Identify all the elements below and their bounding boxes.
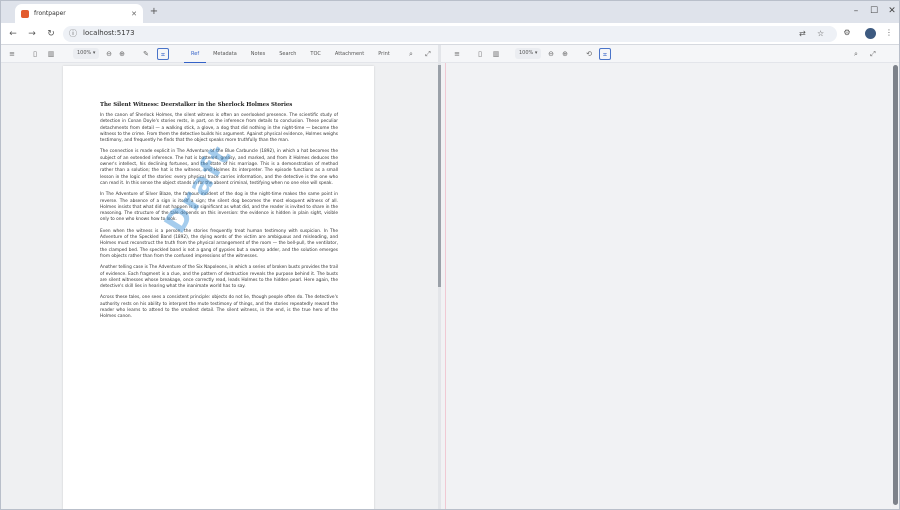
zoom-value: 100% [77,50,92,56]
tab-metadata[interactable]: Metadata [206,45,244,63]
zoom-select-right[interactable]: 100% ▾ [515,48,542,59]
left-document-pane[interactable]: The Silent Witness: Deerstalker in the S… [1,63,438,509]
browser-tab[interactable]: frontpaper ✕ [15,4,143,23]
expand-icon[interactable]: ⤢ [422,48,434,60]
single-page-icon[interactable]: ▯ [29,48,41,60]
draw-icon[interactable]: ✎ [140,48,152,60]
zoom-select-left[interactable]: 100% ▾ [73,48,100,59]
bookmark-star-icon[interactable]: ☆ [817,29,824,38]
tab-notes[interactable]: Notes [244,45,272,63]
favicon-icon [21,9,29,18]
menu-icon[interactable]: ⋮ [883,28,895,37]
scrollbar-thumb[interactable] [893,65,898,505]
text-select-icon[interactable]: ⌗ [599,48,611,60]
zoom-out-icon[interactable]: ⊖ [103,48,115,60]
sidebar-toggle-icon[interactable]: ≡ [451,48,463,60]
right-document-pane[interactable] [441,63,891,509]
close-tab-icon[interactable]: ✕ [131,10,137,18]
viewer-toolbar-left: ≡ ▯ ▥ 100% ▾ ⊖ ⊕ ✎ ⌗ Ref Metadata Notes … [1,45,438,63]
new-tab-button[interactable]: + [147,5,161,19]
viewer-toolbar-right: ≡ ▯ ▥ 100% ▾ ⊖ ⊕ ⟲ ⌗ ⌕ ⤢ [441,45,899,63]
tab-search[interactable]: Search [272,45,303,63]
paragraph: In the canon of Sherlock Holmes, the sil… [100,113,338,144]
profile-avatar[interactable] [865,28,876,39]
document-page[interactable]: The Silent Witness: Deerstalker in the S… [63,66,374,509]
reload-icon[interactable]: ↻ [45,28,57,40]
document-text: The Silent Witness: Deerstalker in the S… [100,102,338,326]
url-text[interactable]: localhost:5173 [83,29,135,37]
tab-attachment[interactable]: Attachment [328,45,371,63]
maximize-icon[interactable]: ☐ [867,3,881,19]
address-bar[interactable]: ⓘ localhost:5173 ⇄ ☆ [63,26,837,42]
tab-print[interactable]: Print [371,45,397,63]
paragraph: Another telling case is The Adventure of… [100,265,338,290]
sidebar-toggle-icon[interactable]: ≡ [6,48,18,60]
tab-ref[interactable]: Ref [184,45,207,63]
back-icon[interactable]: ← [7,28,19,40]
extensions-icon[interactable]: ⚙ [841,28,853,37]
paragraph: In The Adventure of Silver Blaze, the fa… [100,192,338,223]
translate-icon[interactable]: ⇄ [799,29,806,38]
minimize-icon[interactable]: – [849,3,863,19]
search-icon[interactable]: ⌕ [850,48,862,60]
two-page-icon[interactable]: ▥ [45,48,57,60]
viewer-tabs: Ref Metadata Notes Search TOC Attachment… [184,45,397,63]
zoom-value: 100% [519,50,534,56]
close-window-icon[interactable]: ✕ [885,3,899,19]
zoom-in-icon[interactable]: ⊕ [559,48,571,60]
paragraph: Across these tales, one sees a consisten… [100,295,338,320]
zoom-out-icon[interactable]: ⊖ [545,48,557,60]
two-page-icon[interactable]: ▥ [490,48,502,60]
right-scrollbar[interactable] [892,63,899,509]
tab-toc[interactable]: TOC [303,45,327,63]
browser-window: frontpaper ✕ + – ☐ ✕ ← → ↻ ⓘ localhost:5… [0,0,900,510]
rotate-icon[interactable]: ⟲ [583,48,595,60]
paragraph: Even when the witness is a person, the s… [100,228,338,259]
tab-title: frontpaper [34,10,66,17]
document-title: The Silent Witness: Deerstalker in the S… [100,102,293,108]
expand-icon[interactable]: ⤢ [867,48,879,60]
text-select-icon[interactable]: ⌗ [157,48,169,60]
forward-icon[interactable]: → [26,28,38,40]
margin-guide [445,63,446,509]
tab-strip: frontpaper ✕ + – ☐ ✕ [1,1,899,23]
zoom-in-icon[interactable]: ⊕ [116,48,128,60]
browser-toolbar: ← → ↻ ⓘ localhost:5173 ⇄ ☆ ⚙ ⋮ [1,23,899,45]
search-icon[interactable]: ⌕ [405,48,417,60]
single-page-icon[interactable]: ▯ [474,48,486,60]
site-info-icon[interactable]: ⓘ [69,28,77,39]
